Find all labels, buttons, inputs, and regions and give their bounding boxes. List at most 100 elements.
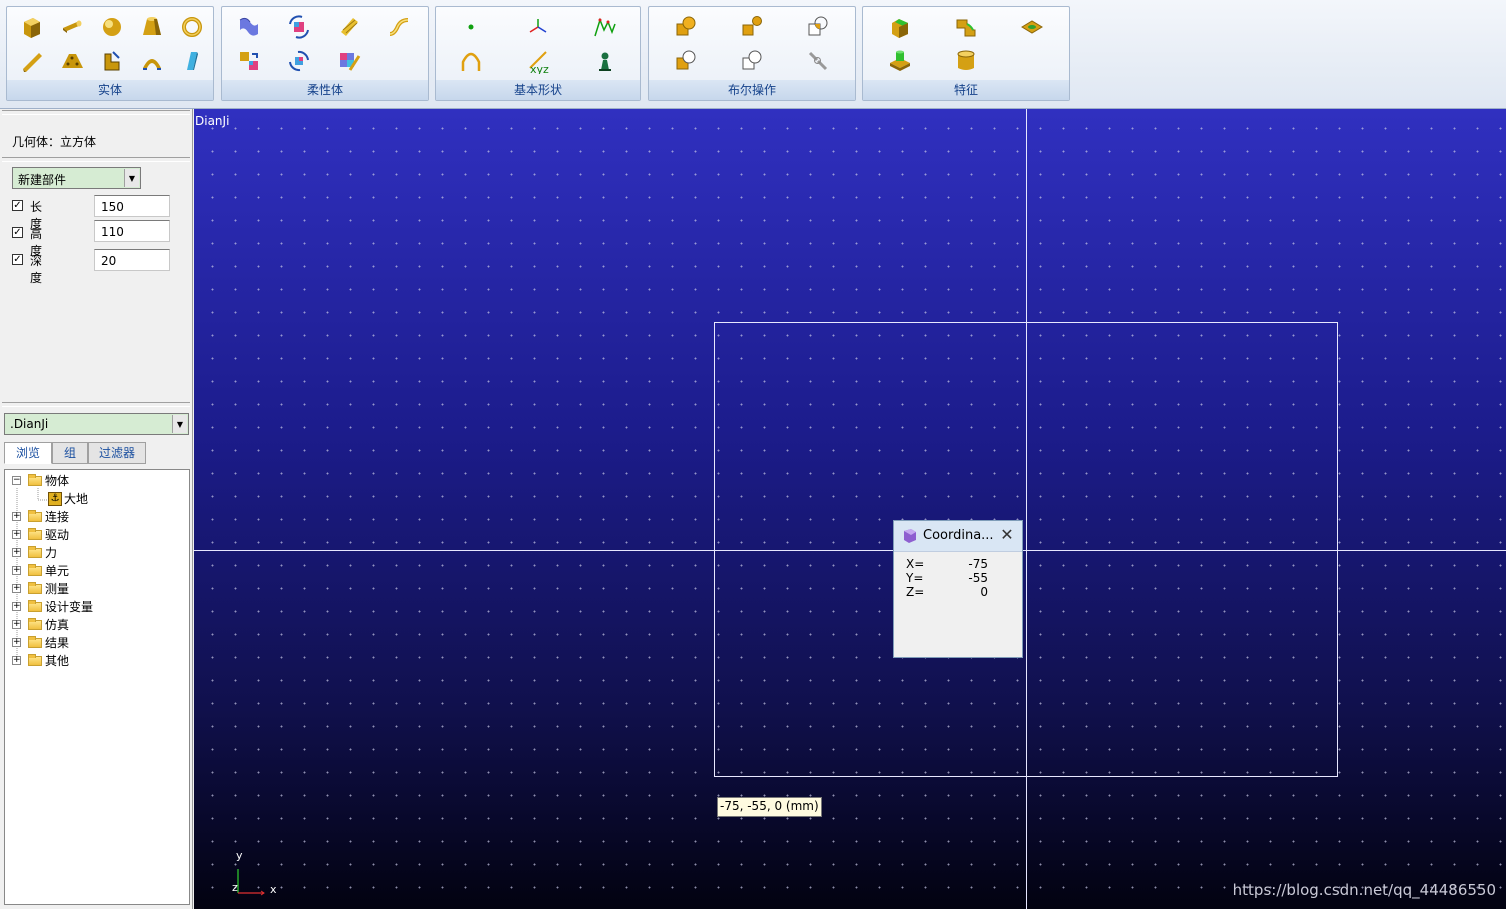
- expand-icon[interactable]: +: [12, 512, 21, 521]
- coord-value: 0: [980, 585, 988, 599]
- ribbon-group-label: 基本形状: [436, 80, 640, 100]
- ribbon-group-solid: 实体: [6, 6, 214, 101]
- length-input[interactable]: 150: [94, 195, 170, 217]
- folder-icon: [28, 600, 42, 612]
- expand-icon[interactable]: +: [12, 530, 21, 539]
- fillet-icon[interactable]: [951, 13, 981, 41]
- tree-label: 仿真: [45, 618, 70, 632]
- chamfer-icon[interactable]: [885, 13, 915, 41]
- flex-convert-icon[interactable]: [284, 47, 314, 75]
- close-icon[interactable]: ✕: [998, 526, 1016, 544]
- plane-icon[interactable]: [177, 47, 207, 75]
- model-combo[interactable]: .DianJi ▼: [4, 413, 189, 435]
- panel-splitter[interactable]: [2, 402, 190, 407]
- cylinder-icon[interactable]: [57, 13, 87, 41]
- mesh-rotate-icon[interactable]: [284, 13, 314, 41]
- sphere-icon[interactable]: [97, 13, 127, 41]
- boolean-chain-icon[interactable]: [803, 47, 833, 75]
- polyline-icon[interactable]: [590, 13, 620, 41]
- boss-icon[interactable]: [885, 47, 915, 75]
- body-icon[interactable]: [590, 47, 620, 75]
- axis-x-label: x: [270, 883, 277, 896]
- box-icon[interactable]: [17, 13, 47, 41]
- plate-icon[interactable]: [57, 47, 87, 75]
- axis-z-label: z: [232, 881, 238, 894]
- ribbon-toolbar: 实体 柔性体 xyz 基本形状 布尔操作 特征: [0, 0, 1506, 109]
- chevron-down-icon[interactable]: ▼: [172, 415, 187, 433]
- flex-swap-icon[interactable]: [234, 47, 264, 75]
- arc-icon[interactable]: [456, 47, 486, 75]
- expand-icon[interactable]: +: [12, 620, 21, 629]
- folder-icon: [28, 474, 42, 486]
- depth-input[interactable]: 20: [94, 249, 170, 271]
- ribbon-group-label: 实体: [7, 80, 213, 100]
- graphics-viewport[interactable]: DianJi -75, -55, 0 (mm) y z x https://bl…: [194, 109, 1506, 909]
- boolean-union-icon[interactable]: [671, 13, 701, 41]
- tree-label: 结果: [45, 636, 70, 650]
- height-input[interactable]: 110: [94, 220, 170, 242]
- boolean-subtract-icon[interactable]: [671, 47, 701, 75]
- tab-filter[interactable]: 过滤器: [88, 442, 146, 464]
- expand-icon[interactable]: +: [12, 566, 21, 575]
- chevron-down-icon[interactable]: ▼: [124, 169, 139, 187]
- point-icon[interactable]: [456, 13, 486, 41]
- tree-label: 大地: [64, 492, 89, 506]
- model-combo-value: .DianJi: [10, 417, 49, 431]
- panel-divider: [2, 110, 190, 115]
- height-checkbox[interactable]: ✓: [12, 227, 23, 238]
- expand-icon[interactable]: +: [12, 584, 21, 593]
- extrusion-icon[interactable]: [97, 47, 127, 75]
- flexible-cable-icon[interactable]: [384, 13, 414, 41]
- watermark-text: https://blog.csdn.net/qq_44486550: [1232, 881, 1496, 899]
- link-icon[interactable]: [17, 47, 47, 75]
- expand-icon[interactable]: +: [12, 548, 21, 557]
- boolean-intersect-icon[interactable]: [803, 13, 833, 41]
- axis-triad: y z x: [230, 849, 290, 901]
- tab-browse[interactable]: 浏览: [4, 442, 52, 464]
- hole-icon[interactable]: [1017, 13, 1047, 41]
- boolean-cut-icon[interactable]: [737, 47, 767, 75]
- folder-icon: [28, 546, 42, 558]
- hollow-icon[interactable]: [951, 47, 981, 75]
- ribbon-group-features: 特征: [862, 6, 1070, 101]
- revolution-icon[interactable]: [137, 47, 167, 75]
- coord-value: -75: [968, 557, 988, 571]
- collapse-icon[interactable]: −: [12, 476, 21, 485]
- expand-icon[interactable]: +: [12, 656, 21, 665]
- part-combo[interactable]: 新建部件 ▼: [12, 167, 141, 189]
- depth-checkbox[interactable]: ✓: [12, 254, 23, 265]
- torus-icon[interactable]: [177, 13, 207, 41]
- coordinate-dialog[interactable]: Coordina... ✕ X= -75 Y= -55 Z= 0: [893, 520, 1023, 658]
- folder-icon: [28, 582, 42, 594]
- tree-label: 单元: [45, 564, 70, 578]
- length-checkbox[interactable]: ✓: [12, 200, 23, 211]
- xyz-line-icon[interactable]: xyz: [523, 47, 553, 75]
- ribbon-group-label: 布尔操作: [649, 80, 855, 100]
- flexible-beam-icon[interactable]: [334, 13, 364, 41]
- folder-icon: [28, 654, 42, 666]
- left-panel: 几何体：立方体 新建部件 ▼ ✓ 长度 150 ✓ 高度 110 ✓ 深度 20…: [0, 109, 193, 909]
- flex-edit-icon[interactable]: [334, 47, 364, 75]
- ribbon-group-label: 柔性体: [222, 80, 428, 100]
- coordinate-dialog-titlebar[interactable]: Coordina... ✕: [894, 521, 1022, 552]
- view-name: DianJi: [195, 114, 230, 128]
- flexible-sheet-icon[interactable]: [234, 13, 264, 41]
- app-icon: [904, 529, 916, 543]
- tab-group[interactable]: 组: [52, 442, 88, 464]
- cursor-coordinate-tooltip: -75, -55, 0 (mm): [717, 797, 822, 817]
- expand-icon[interactable]: +: [12, 638, 21, 647]
- tree-label: 力: [45, 546, 58, 560]
- folder-icon: [28, 528, 42, 540]
- coord-label: X=: [906, 557, 925, 571]
- folder-icon: [28, 618, 42, 630]
- model-tree: − 物体 ⚓ 大地 + 连接 + 驱动 + 力 + 单元 + 测量 + 设计变量 + 仿真 +…: [4, 469, 190, 905]
- marker-icon[interactable]: [523, 13, 553, 41]
- expand-icon[interactable]: +: [12, 602, 21, 611]
- tree-label: 连接: [45, 510, 70, 524]
- boolean-merge-icon[interactable]: [737, 13, 767, 41]
- tree-label: 测量: [45, 582, 70, 596]
- ribbon-group-basic-shapes: xyz 基本形状: [435, 6, 641, 101]
- folder-icon: [28, 564, 42, 576]
- ribbon-group-label: 特征: [863, 80, 1069, 100]
- frustum-icon[interactable]: [137, 13, 167, 41]
